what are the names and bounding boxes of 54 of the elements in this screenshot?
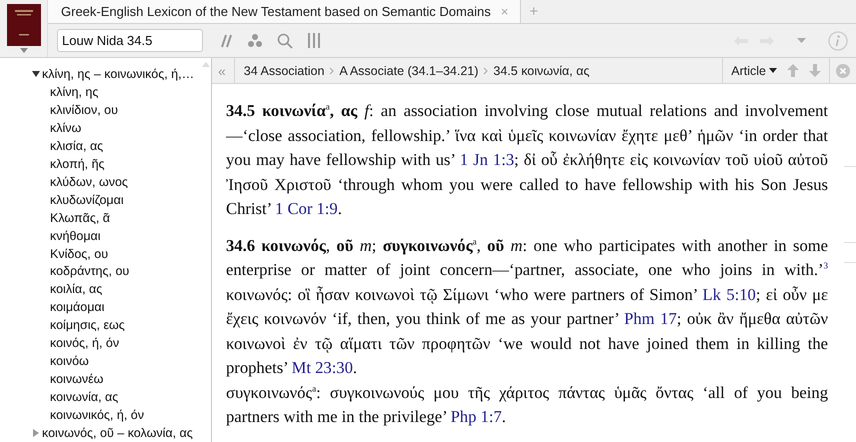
tree-item[interactable]: κλινίδιον, ου xyxy=(50,102,118,117)
tree-item[interactable]: κοινωνέω xyxy=(50,372,104,386)
tree-item[interactable]: Κνίδος, ου xyxy=(50,246,108,260)
dropdown-icon[interactable] xyxy=(20,48,28,53)
tree-item[interactable]: κλίνω xyxy=(50,120,82,135)
tree-item[interactable]: Κλωπᾶς, ᾶ xyxy=(50,210,110,225)
tree-item[interactable]: κνήθομαι xyxy=(50,228,101,243)
collapsed-triangle-icon[interactable] xyxy=(32,429,40,438)
entry-paragraph: συγκοινωνός$^{a}$: συγκοινωνούς μου τῆς χάριτος πάντας ὑμᾶς ὄντας ‘all of you being partners with me in the privilege’ Php 1:7. xyxy=(226,382,828,428)
scripture-link[interactable]: Php 1:7 xyxy=(450,407,502,426)
tree-item[interactable]: κοδράντης, ου xyxy=(50,264,130,278)
search-icon[interactable] xyxy=(277,32,293,48)
tree-item[interactable]: κοινός, ή, όν xyxy=(50,336,120,350)
scripture-link[interactable]: Lk 5:10 xyxy=(702,284,756,304)
close-circle-icon[interactable] xyxy=(836,64,850,78)
three-dots-icon[interactable] xyxy=(247,33,263,48)
tree-item[interactable]: κλύδων, ωνος xyxy=(50,174,128,189)
down-arrow-icon[interactable] xyxy=(809,64,821,77)
tree-item[interactable]: κοίμησις, εως xyxy=(50,318,125,332)
tree-item[interactable]: κοινόω xyxy=(50,354,89,368)
chevron-icon[interactable] xyxy=(483,66,488,74)
expanded-triangle-icon[interactable] xyxy=(32,70,40,78)
tree-item[interactable]: κλισία, ας xyxy=(50,138,104,153)
breadcrumb-item[interactable]: A Associate (34.1–34.21) xyxy=(339,64,478,78)
tree-item[interactable]: κοιμάομαι xyxy=(50,300,104,314)
columns-icon[interactable] xyxy=(307,32,321,49)
info-icon[interactable] xyxy=(828,30,848,50)
breadcrumb-item[interactable]: 34.5 κοινωνία, ας xyxy=(493,64,590,78)
dropdown-icon[interactable] xyxy=(797,38,806,43)
tree-item[interactable]: κοινωνικός, ή, όν xyxy=(50,408,144,422)
up-arrow-icon[interactable] xyxy=(787,64,799,77)
scripture-link[interactable]: Mt 23:30 xyxy=(292,358,353,377)
breadcrumb-item[interactable]: 34 Association xyxy=(244,64,324,78)
tree-item[interactable]: κλυδωνίζομαι xyxy=(50,192,124,207)
document-tab[interactable]: Greek-English Lexicon of the New Testament based on Semantic Domains × xyxy=(48,0,522,23)
tree-item[interactable]: κλίνη, ης xyxy=(50,84,98,99)
tab-title[interactable]: Greek-English Lexicon of the New Testament based on Semantic Domains xyxy=(61,4,491,19)
tree-item[interactable]: κοινωνία, ας xyxy=(50,390,118,404)
tree-item[interactable]: κλοπή, ῆς xyxy=(50,156,105,171)
footnote-link[interactable]: 3 xyxy=(824,260,828,270)
chevron-icon[interactable] xyxy=(329,66,334,74)
scroll-up-icon[interactable] xyxy=(202,61,210,68)
scripture-link[interactable]: 1 Cor 1:9 xyxy=(275,199,338,218)
tree-node[interactable]: κλίνη, ης – κοινωνικός, ή,… xyxy=(42,66,194,81)
scripture-link[interactable]: Phm 17 xyxy=(624,309,677,328)
entry-paragraph: 34.5 κοινωνία$^{a}$, ας f: an association involving close mutual relations and involvement—‘close association, fellowship.’ ἵνα καὶ ὑμεῖς κοινωνίαν ἔχητε μεθ’ ἡμῶν ‘in order that you may have fellowship with us’ 1 Jn 1:3; δἰ οὗ ἐκλήθητε εἰς κοινωνίαν τοῦ υἱοῦ αὐτοῦ Ἰησοῦ Χριστοῦ ‘through whom you were called to have fellowship with his Son Jesus Christ’ 1 Cor 1:9. xyxy=(226,100,828,220)
tree-node[interactable]: κοινωνός, οῦ – κολωνία, ας xyxy=(42,426,193,440)
article-view-dropdown[interactable]: Article xyxy=(722,58,777,83)
book-cover-icon[interactable] xyxy=(6,4,40,46)
caret-icon[interactable] xyxy=(769,68,777,73)
entry-paragraph: 34.6 κοινωνός, οῦ m; συγκοινωνός$^{a}$, οῦ m: one who participates with another in some enterprise or matter of joint concern—‘partner, associate, one who joins in with.’$^{3}$ κοινωνός: οἳ ἦσαν κοινωνοὶ τῷ Σίμωνι ‘who were partners of Simon’ Lk 5:10; εἰ οὖν με ἔχεις κοινωνόν ‘if, then, you think of me as your partner’ Phm 17; οὐκ ἂν ἤμεθα αὐτῶν κοινωνοὶ ἐν τῷ αἵματι τῶν προφητῶν ‘we would not have joined them in killing the prophets’ Mt 23:30. xyxy=(226,234,828,379)
search-field[interactable]: Louw Nida 34.5 xyxy=(57,29,203,52)
tree-item[interactable]: κοιλία, ας xyxy=(50,282,102,296)
scripture-link[interactable]: 1 Jn 1:3 xyxy=(460,150,514,169)
